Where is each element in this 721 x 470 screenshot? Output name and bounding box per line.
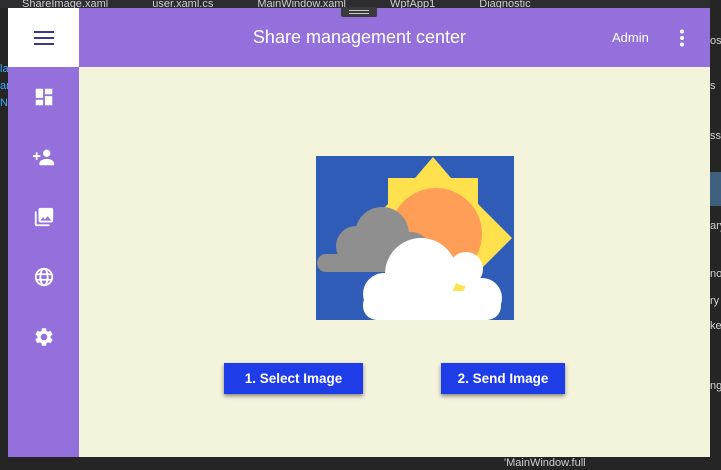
gear-icon bbox=[34, 328, 53, 346]
page-title: Share management center bbox=[252, 27, 467, 47]
ide-tab[interactable]: ShareImage.xaml bbox=[0, 0, 130, 8]
ide-right-text: ngs bbox=[710, 380, 721, 392]
sidebar-item-settings[interactable] bbox=[8, 314, 79, 360]
ide-tab[interactable]: Diagnostic bbox=[457, 0, 552, 8]
ide-right-text: s bbox=[710, 80, 716, 92]
add-user-icon bbox=[32, 149, 54, 166]
images-icon bbox=[34, 207, 53, 227]
ide-selection-highlight bbox=[710, 172, 721, 206]
ide-tab[interactable]: user.xaml.cs bbox=[130, 0, 235, 8]
ide-left-panel: la am N bbox=[0, 8, 15, 470]
sidebar-item-network[interactable] bbox=[8, 254, 79, 300]
sidebar bbox=[8, 67, 79, 457]
app-window: Share management center Admin 1. Select … bbox=[8, 8, 710, 457]
kebab-icon bbox=[680, 29, 684, 47]
sidebar-item-images[interactable] bbox=[8, 194, 79, 240]
ide-right-text: ss bbox=[710, 130, 721, 142]
dashboard-icon bbox=[35, 88, 52, 106]
sidebar-item-dashboard[interactable] bbox=[8, 74, 79, 120]
main-content: 1. Select Image 2. Send Image bbox=[79, 67, 710, 457]
globe-icon bbox=[34, 267, 53, 287]
ide-bottom-text: 'MainWindow.full bbox=[504, 457, 586, 469]
send-image-button[interactable]: 2. Send Image bbox=[441, 363, 565, 394]
ide-right-text: ke bbox=[710, 320, 721, 332]
user-account-button[interactable]: Admin bbox=[612, 8, 649, 67]
window-drag-grip[interactable] bbox=[341, 7, 377, 17]
ide-right-text: ost bbox=[710, 35, 721, 47]
sidebar-item-add-user[interactable] bbox=[8, 134, 79, 180]
ide-right-text: ry bbox=[710, 295, 720, 307]
ide-left-text: N bbox=[0, 97, 8, 109]
more-options-button[interactable] bbox=[672, 27, 692, 49]
ide-right-text: ary bbox=[710, 220, 721, 232]
partly-cloudy-weather-icon bbox=[316, 156, 514, 320]
ide-right-text: now bbox=[710, 268, 721, 280]
ide-bottom-panel: 'MainWindow.full bbox=[0, 457, 721, 470]
ide-right-panel: ost s ss ary now ry ke ngs bbox=[710, 0, 721, 470]
ide-tab[interactable]: WpfApp1 bbox=[368, 0, 457, 8]
select-image-button[interactable]: 1. Select Image bbox=[224, 363, 363, 394]
hamburger-menu-button[interactable] bbox=[8, 8, 79, 67]
hamburger-icon bbox=[33, 30, 54, 45]
